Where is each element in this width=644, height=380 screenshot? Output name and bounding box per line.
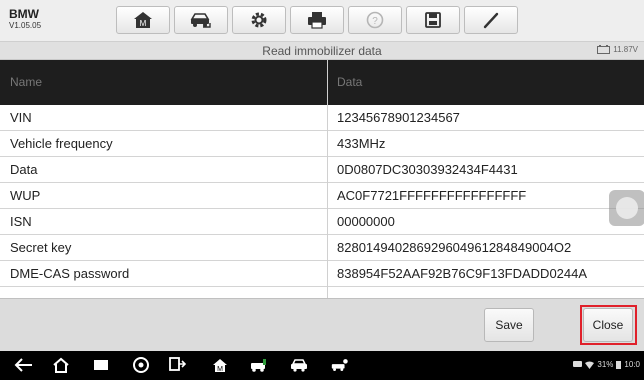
svg-text:M: M xyxy=(217,366,223,373)
recent-apps-icon xyxy=(94,360,108,370)
car-service-icon xyxy=(251,359,266,372)
vehicle-swap-icon xyxy=(190,13,211,28)
car-user-icon xyxy=(331,359,348,371)
chrome-icon xyxy=(133,357,149,373)
home-nav-button[interactable] xyxy=(51,356,71,374)
brand: BMW V1.05.05 xyxy=(9,8,41,30)
table-row: Vehicle frequency 433MHz xyxy=(0,131,644,157)
table-row: VIN 12345678901234567 xyxy=(0,105,644,131)
browser-button[interactable] xyxy=(131,356,151,374)
row-value: 838954F52AAF92B76C9F13FDADD0244A xyxy=(337,266,588,281)
svg-text:M: M xyxy=(140,19,147,28)
home-outline-icon xyxy=(53,357,69,373)
floating-assist-icon xyxy=(616,197,638,219)
row-name: Data xyxy=(10,162,38,177)
row-name: Vehicle frequency xyxy=(10,136,113,151)
row-value: 12345678901234567 xyxy=(337,110,460,125)
row-name: DME-CAS password xyxy=(10,266,130,281)
page-title: Read immobilizer data xyxy=(262,44,382,58)
clock: 10:0 xyxy=(624,360,640,369)
voltage-indicator: 11.87V xyxy=(597,45,638,54)
remote-desktop-icon xyxy=(169,357,187,371)
help-button[interactable]: ? xyxy=(348,6,402,34)
back-button[interactable] xyxy=(14,356,34,374)
battery-icon xyxy=(597,45,611,54)
column-divider xyxy=(327,60,328,298)
save-icon xyxy=(425,12,441,28)
column-header-data: Data xyxy=(337,75,363,89)
vehicle-button[interactable] xyxy=(289,356,309,374)
save-button[interactable]: Save xyxy=(484,308,534,342)
row-value: 00000000 xyxy=(337,214,395,229)
back-arrow-icon xyxy=(14,358,32,372)
help-icon: ? xyxy=(366,11,384,29)
home-m-icon: M xyxy=(213,359,227,373)
print-button[interactable] xyxy=(290,6,344,34)
close-button[interactable]: Close xyxy=(583,308,633,342)
edit-button[interactable] xyxy=(464,6,518,34)
row-name: Secret key xyxy=(10,240,72,255)
svg-text:?: ? xyxy=(372,16,378,27)
table-row: ISN 00000000 xyxy=(0,209,644,235)
table-row: WUP AC0F7721FFFFFFFFFFFFFFFF xyxy=(0,183,644,209)
system-nav-bar: M 31% 10:0 xyxy=(0,351,644,380)
voltage-value: 11.87V xyxy=(613,45,638,54)
data-table: Name Data VIN 12345678901234567 Vehicle … xyxy=(0,60,644,298)
floating-assist-button[interactable] xyxy=(609,190,644,226)
save-toolbar-button[interactable] xyxy=(406,6,460,34)
top-toolbar: BMW V1.05.05 M ? xyxy=(0,0,644,42)
home-button[interactable]: M xyxy=(116,6,170,34)
gear-icon xyxy=(251,12,267,28)
table-row: Secret key 82801494028692960496128484900… xyxy=(0,235,644,261)
diagnostics-home-button[interactable]: M xyxy=(210,356,230,374)
column-header-name: Name xyxy=(10,75,43,89)
car-icon xyxy=(291,359,307,372)
row-name: ISN xyxy=(10,214,32,229)
wifi-icon xyxy=(585,361,595,369)
table-header: Name Data xyxy=(0,60,644,105)
battery-percent: 31% xyxy=(597,360,614,369)
row-value: 828014940286929604961284849004O2 xyxy=(337,240,572,255)
vehicle-service-button[interactable] xyxy=(249,356,269,374)
vehicle-swap-button[interactable] xyxy=(174,6,228,34)
action-bar: Save Close xyxy=(0,298,644,351)
table-row: DME-CAS password 838954F52AAF92B76C9F13F… xyxy=(0,261,644,287)
page-header: Read immobilizer data 11.87V xyxy=(0,42,644,60)
vehicle-user-button[interactable] xyxy=(330,356,350,374)
app-version: V1.05.05 xyxy=(9,21,42,30)
status-area: 31% 10:0 xyxy=(573,360,640,369)
row-value: 433MHz xyxy=(337,136,386,151)
remote-button[interactable] xyxy=(167,356,187,374)
row-name: WUP xyxy=(10,188,41,203)
row-value: 0D0807DC30303932434F4431 xyxy=(337,162,518,177)
brand-name: BMW xyxy=(9,7,39,21)
message-icon xyxy=(573,360,583,367)
pen-icon xyxy=(483,12,499,29)
row-name: VIN xyxy=(10,110,32,125)
settings-button[interactable] xyxy=(232,6,286,34)
table-row: Data 0D0807DC30303932434F4431 xyxy=(0,157,644,183)
home-icon: M xyxy=(134,12,152,28)
row-value: AC0F7721FFFFFFFFFFFFFFFF xyxy=(337,188,527,203)
device-battery-icon xyxy=(616,360,622,369)
recent-apps-button[interactable] xyxy=(91,356,111,374)
printer-icon xyxy=(308,12,326,29)
